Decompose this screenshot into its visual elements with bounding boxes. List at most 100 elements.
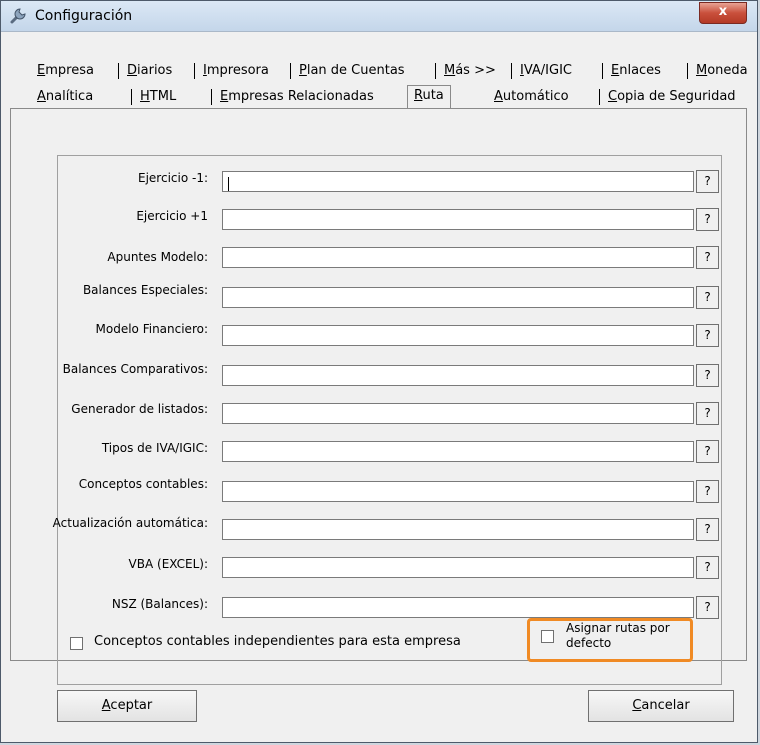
tab-separator xyxy=(511,63,512,79)
path-input[interactable] xyxy=(222,403,694,424)
default-paths-label-line2: defecto xyxy=(566,636,612,650)
tab-label: nlaces xyxy=(619,63,661,78)
field-label: VBA (EXCEL): xyxy=(128,557,208,571)
path-input[interactable] xyxy=(222,597,694,618)
tab-diarios[interactable]: Diarios xyxy=(127,61,172,81)
browse-help-button[interactable]: ? xyxy=(696,556,719,579)
field-label: NSZ (Balances): xyxy=(111,597,208,611)
tab-label: mpresa xyxy=(45,63,94,78)
default-paths-label-line1: Asignar rutas por xyxy=(566,621,670,635)
text-caret xyxy=(228,177,229,191)
path-input[interactable] xyxy=(222,325,694,346)
path-input[interactable] xyxy=(222,365,694,386)
tab-label: iarios xyxy=(137,63,173,78)
tab-label: uta xyxy=(422,88,444,103)
accept-button-label: ceptar xyxy=(110,698,153,713)
independent-concepts-checkbox[interactable] xyxy=(70,637,83,650)
field-label: Generador de listados: xyxy=(71,402,208,416)
close-button[interactable]: x xyxy=(699,2,747,24)
path-input[interactable] xyxy=(222,441,694,462)
tab-separator xyxy=(687,63,688,79)
field-label: Balances Especiales: xyxy=(82,283,208,297)
path-input[interactable] xyxy=(222,171,694,192)
field-label: Ejercicio -1: xyxy=(138,171,208,185)
browse-help-button[interactable]: ? xyxy=(696,246,719,269)
tab-label: VA/IGIC xyxy=(523,63,572,78)
tab-separator xyxy=(435,63,436,79)
tab-label: TML xyxy=(149,89,177,104)
tab-mnemonic: E xyxy=(611,63,620,78)
tab-mnemonic: P xyxy=(299,63,307,78)
path-input[interactable] xyxy=(222,287,694,308)
tab-mnemonic: E xyxy=(37,63,46,78)
tab-más-[interactable]: Más >> xyxy=(444,61,496,81)
path-input[interactable] xyxy=(222,481,694,502)
tab-empresas-relacionadas[interactable]: Empresas Relacionadas xyxy=(220,87,374,107)
wrench-icon xyxy=(10,8,26,24)
cancel-button[interactable]: Cancelar xyxy=(588,690,734,722)
tab-mnemonic: M xyxy=(444,63,456,78)
title-bar[interactable]: Configuración x xyxy=(1,1,757,32)
browse-help-button[interactable]: ? xyxy=(696,402,719,425)
field-label: Actualización automática: xyxy=(52,516,208,530)
tab-mnemonic: E xyxy=(220,89,229,104)
tab-mnemonic: H xyxy=(140,89,150,104)
tab-html[interactable]: HTML xyxy=(140,87,176,107)
tab-separator xyxy=(211,89,212,105)
tab-label: opia de Seguridad xyxy=(617,89,736,104)
tab-plan-de-cuentas[interactable]: Plan de Cuentas xyxy=(299,61,405,81)
tab-mnemonic: D xyxy=(127,63,138,78)
field-label: Modelo Financiero: xyxy=(95,322,208,336)
tab-label: lan de Cuentas xyxy=(306,63,405,78)
tab-separator xyxy=(118,63,119,79)
tab-analítica[interactable]: Analítica xyxy=(37,87,93,107)
tab-ruta[interactable]: Ruta xyxy=(407,85,451,110)
field-label: Ejercicio +1 xyxy=(136,209,208,223)
path-input[interactable] xyxy=(222,519,694,540)
path-input[interactable] xyxy=(222,209,694,230)
field-label: Tipos de IVA/IGIC: xyxy=(101,441,208,455)
tab-automático[interactable]: Automático xyxy=(494,87,569,107)
tab-mnemonic: A xyxy=(494,89,503,104)
field-label: Conceptos contables: xyxy=(78,477,208,491)
tab-enlaces[interactable]: Enlaces xyxy=(611,61,661,81)
tab-separator xyxy=(599,89,600,105)
browse-help-button[interactable]: ? xyxy=(696,286,719,309)
path-input[interactable] xyxy=(222,557,694,578)
tab-label: mpresas Relacionadas xyxy=(228,89,374,104)
browse-help-button[interactable]: ? xyxy=(696,208,719,231)
tab-impresora[interactable]: Impresora xyxy=(203,61,269,81)
browse-help-button[interactable]: ? xyxy=(696,324,719,347)
independent-concepts-label: Conceptos contables independientes para … xyxy=(94,634,461,649)
window-title: Configuración xyxy=(35,8,133,24)
browse-help-button[interactable]: ? xyxy=(696,518,719,541)
tab-label: ás >> xyxy=(455,63,496,78)
tab-separator xyxy=(131,89,132,105)
tab-moneda[interactable]: Moneda xyxy=(696,61,748,81)
browse-help-button[interactable]: ? xyxy=(696,440,719,463)
tab-separator xyxy=(290,63,291,79)
tab-copia-de-seguridad[interactable]: Copia de Seguridad xyxy=(608,87,736,107)
browse-help-button[interactable]: ? xyxy=(696,596,719,619)
browse-help-button[interactable]: ? xyxy=(696,364,719,387)
field-label: Balances Comparativos: xyxy=(62,362,208,376)
default-paths-label: Asignar rutas por defecto xyxy=(566,621,670,651)
tab-label: nalítica xyxy=(45,89,94,104)
tab-separator xyxy=(194,63,195,79)
tab-label: oneda xyxy=(707,63,748,78)
field-label: Apuntes Modelo: xyxy=(107,250,208,264)
tab-mnemonic: C xyxy=(608,89,618,104)
tab-separator xyxy=(602,63,603,79)
accept-button[interactable]: Aceptar xyxy=(57,690,197,722)
tab-iva-igic[interactable]: IVA/IGIC xyxy=(520,61,572,81)
tab-label: utomático xyxy=(502,89,569,104)
browse-help-button[interactable]: ? xyxy=(696,480,719,503)
default-paths-checkbox[interactable] xyxy=(541,630,554,643)
path-input[interactable] xyxy=(222,247,694,268)
tab-empresa[interactable]: Empresa xyxy=(37,61,94,81)
tab-label: mpresora xyxy=(206,63,269,78)
cancel-button-label: ancelar xyxy=(641,698,690,713)
browse-help-button[interactable]: ? xyxy=(696,170,719,193)
tab-mnemonic: A xyxy=(37,89,46,104)
tab-mnemonic: M xyxy=(696,63,708,78)
